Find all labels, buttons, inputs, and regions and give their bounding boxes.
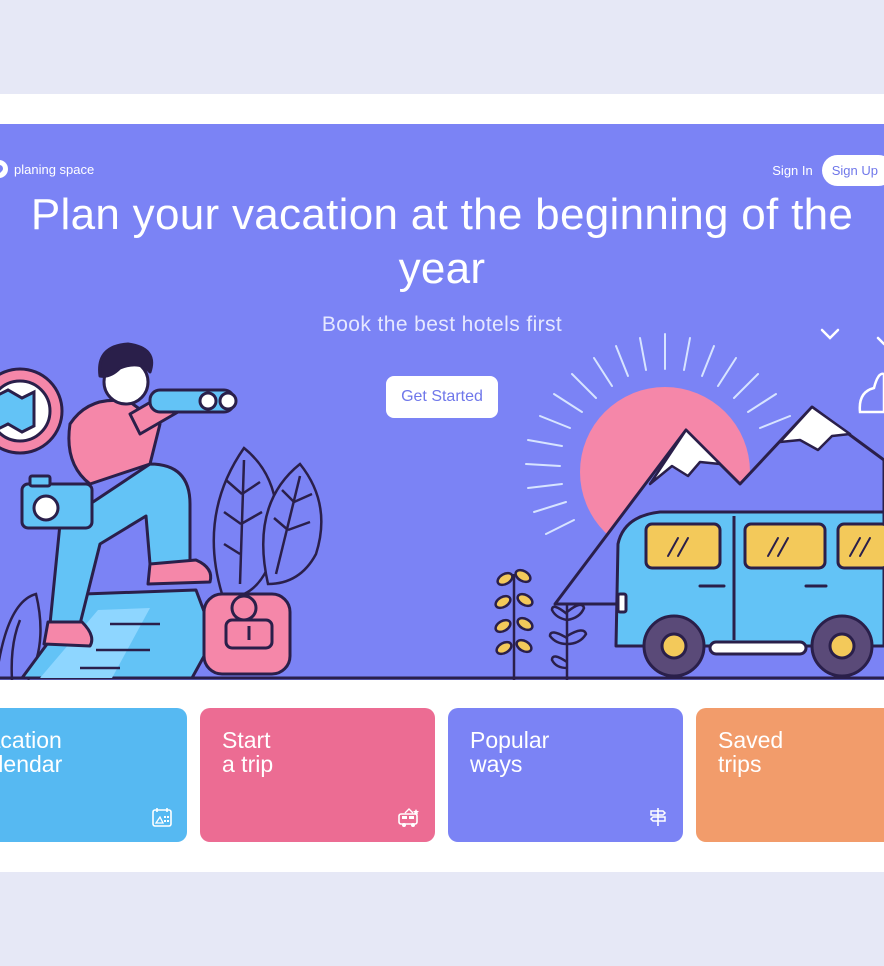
card-title: Vacation calendar: [0, 727, 63, 777]
brand-name: planing space: [14, 161, 95, 177]
hero-banner: planing space Sign In Sign Up Plan your …: [0, 124, 884, 680]
landing-page-frame: planing space Sign In Sign Up Plan your …: [0, 94, 884, 872]
card-popular-ways[interactable]: Popular ways: [448, 708, 683, 842]
sign-in-link[interactable]: Sign In: [772, 163, 812, 178]
sign-up-button[interactable]: Sign Up: [821, 155, 884, 186]
card-title: Start a trip: [222, 727, 274, 777]
card-title: Popular ways: [470, 727, 550, 777]
hero-subline: Book the best hotels first: [321, 313, 563, 336]
fern: [212, 446, 323, 596]
brand-logo[interactable]: planing space: [0, 160, 94, 178]
bus: [614, 510, 884, 678]
card-saved-trips[interactable]: Saved trips: [696, 708, 884, 842]
hero-headline: Plan your vacation at the beginning of t…: [30, 190, 854, 293]
top-nav: Sign In Sign Up: [772, 155, 884, 186]
signpost-icon: [649, 808, 667, 826]
bus-icon: [398, 808, 419, 827]
card-title: Saved trips: [718, 727, 784, 777]
map-pin-sign: [0, 367, 64, 455]
get-started-button[interactable]: Get Started: [386, 376, 498, 418]
location-pin-icon: [0, 160, 8, 178]
plant-wheat: [494, 568, 534, 680]
card-vacation-calendar[interactable]: Vacation calendar: [0, 708, 187, 842]
feature-cards: Vacation calendar Start a trip Popular w…: [0, 708, 884, 842]
cloud: [858, 372, 884, 414]
plant-leaf: [548, 603, 588, 680]
card-start-trip[interactable]: Start a trip: [200, 708, 435, 842]
backpack: [202, 592, 292, 676]
calendar-icon: [152, 808, 172, 827]
